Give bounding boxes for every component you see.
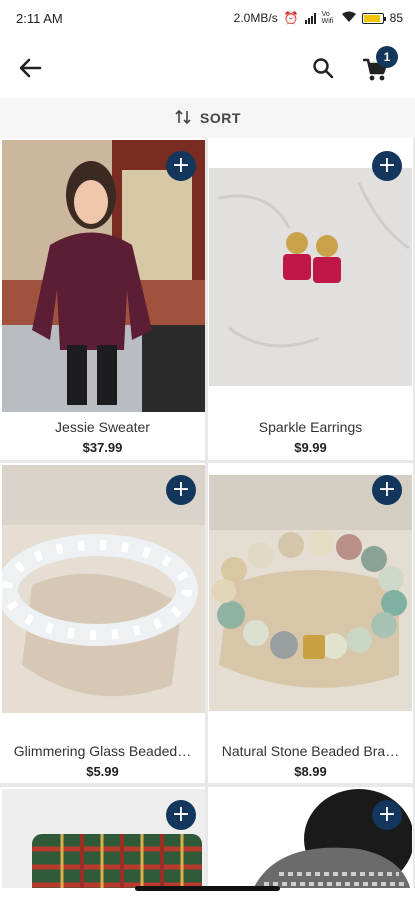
product-price: $8.99: [294, 764, 327, 779]
status-icons: 2.0MB/s ⏰ Vo Wifi 85: [234, 11, 403, 25]
product-card[interactable]: Sparkle Earrings $9.99 +: [208, 138, 413, 460]
add-to-cart-button[interactable]: +: [372, 151, 402, 181]
cart-count-badge: 1: [376, 46, 398, 68]
sort-button[interactable]: SORT: [0, 98, 415, 138]
product-card[interactable]: +: [208, 787, 413, 888]
product-card[interactable]: Glimmering Glass Beaded… $5.99 +: [0, 463, 205, 783]
status-time: 2:11 AM: [16, 10, 63, 26]
vowifi-label: Vo Wifi: [321, 11, 334, 25]
wifi-icon: [341, 11, 356, 25]
product-name: Sparkle Earrings: [258, 419, 363, 435]
add-to-cart-button[interactable]: +: [166, 800, 196, 830]
search-icon[interactable]: [311, 56, 335, 80]
sort-arrows-icon: [174, 108, 192, 129]
product-grid: Jessie Sweater $37.99 + Sparkle Earrings…: [0, 138, 415, 888]
product-image: [209, 475, 412, 711]
battery-percent: 85: [389, 11, 403, 25]
add-to-cart-button[interactable]: +: [166, 151, 196, 181]
product-name: Glimmering Glass Beaded…: [13, 743, 192, 759]
product-image: [2, 140, 205, 412]
product-card[interactable]: Jessie Sweater $37.99 +: [0, 138, 205, 460]
battery-icon: [361, 12, 386, 24]
product-name: Jessie Sweater: [55, 419, 150, 435]
product-price: $37.99: [82, 440, 123, 455]
alarm-icon: ⏰: [283, 11, 299, 25]
add-to-cart-button[interactable]: +: [372, 475, 402, 505]
product-name: Natural Stone Beaded Bra…: [221, 743, 400, 759]
product-price: $9.99: [294, 440, 327, 455]
back-arrow-icon[interactable]: [16, 54, 44, 82]
sort-label: SORT: [200, 110, 241, 126]
add-to-cart-button[interactable]: +: [166, 475, 196, 505]
product-image: [209, 168, 412, 386]
product-price: $5.99: [86, 764, 119, 779]
gesture-home-bar[interactable]: [135, 886, 280, 891]
add-to-cart-button[interactable]: +: [372, 800, 402, 830]
product-card[interactable]: +: [0, 787, 205, 888]
app-bar: 1: [0, 36, 415, 98]
status-bar: 2:11 AM 2.0MB/s ⏰ Vo Wifi 85: [0, 0, 415, 36]
network-speed: 2.0MB/s: [233, 11, 278, 25]
signal-icon: [304, 12, 316, 24]
product-card[interactable]: Natural Stone Beaded Bra… $8.99 +: [208, 463, 413, 783]
